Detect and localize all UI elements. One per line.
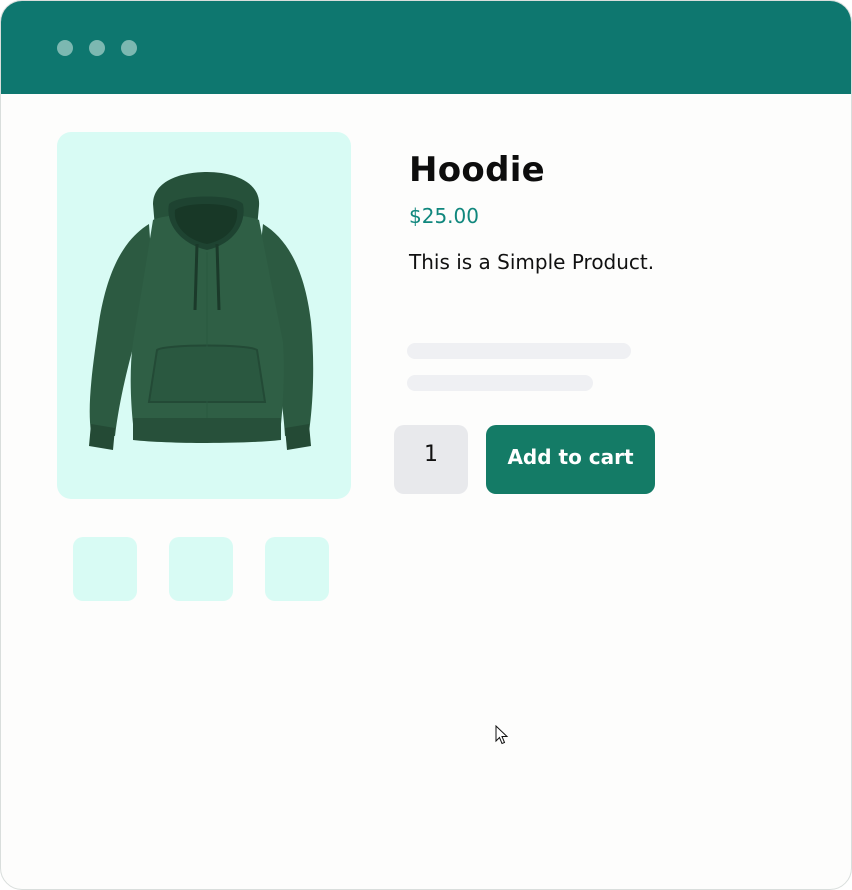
window-control-dot[interactable] — [57, 40, 73, 56]
window-titlebar — [1, 1, 851, 94]
placeholder-line — [407, 375, 593, 391]
thumbnail[interactable] — [169, 537, 233, 601]
placeholder-line — [407, 343, 631, 359]
hoodie-image — [89, 172, 314, 450]
mouse-pointer-icon — [495, 725, 509, 745]
window-control-dot[interactable] — [121, 40, 137, 56]
product-title: Hoodie — [409, 150, 546, 190]
window-control-dot[interactable] — [89, 40, 105, 56]
product-description: This is a Simple Product. — [409, 250, 655, 274]
quantity-input[interactable] — [394, 425, 468, 494]
product-price: $25.00 — [409, 204, 479, 228]
add-to-cart-button[interactable]: Add to cart — [486, 425, 655, 494]
browser-window: Hoodie $25.00 This is a Simple Product. … — [0, 0, 852, 890]
product-image-panel[interactable] — [57, 132, 351, 499]
thumbnail[interactable] — [265, 537, 329, 601]
thumbnail[interactable] — [73, 537, 137, 601]
